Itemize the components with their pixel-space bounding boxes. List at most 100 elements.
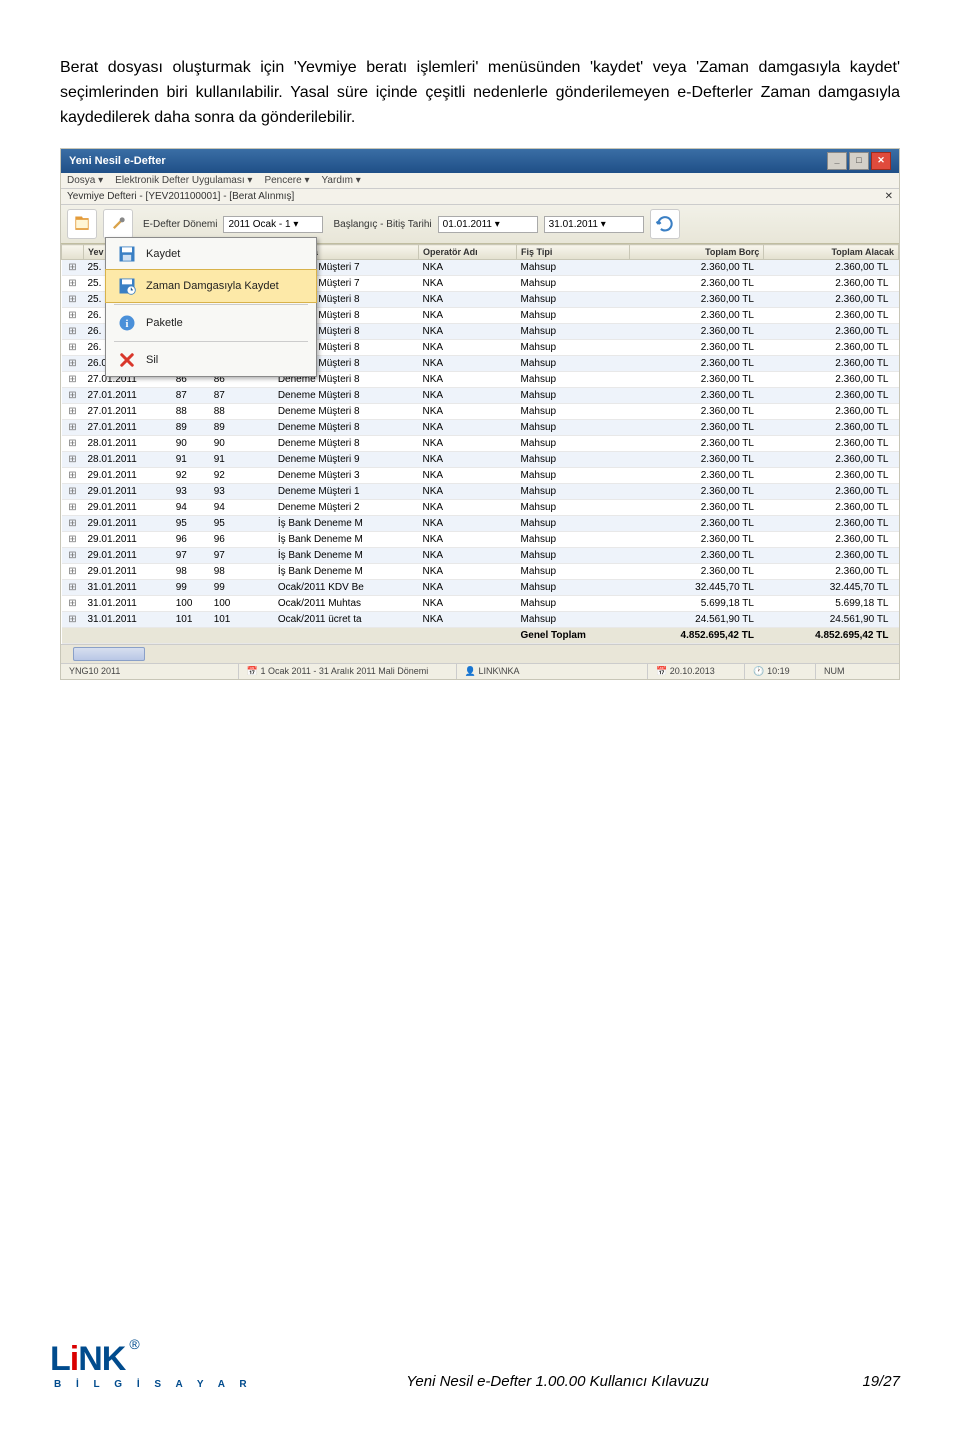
menu-item[interactable]: Dosya ▾ xyxy=(67,175,103,186)
cell-n2: 87 xyxy=(210,388,248,404)
table-row[interactable]: ⊞27.01.20118888Deneme Müşteri 8NKAMahsup… xyxy=(62,404,899,420)
table-row[interactable]: ⊞31.01.2011100100Ocak/2011 MuhtasNKAMahs… xyxy=(62,596,899,612)
cell-n1: 94 xyxy=(172,500,210,516)
expand-icon[interactable]: ⊞ xyxy=(62,436,84,452)
cell-credit: 2.360,00 TL xyxy=(764,468,899,484)
menubar: Dosya ▾ Elektronik Defter Uygulaması ▾ P… xyxy=(61,173,899,189)
table-row[interactable]: ⊞29.01.20119494Deneme Müşteri 2NKAMahsup… xyxy=(62,500,899,516)
table-row[interactable]: ⊞29.01.20119696İş Bank Deneme MNKAMahsup… xyxy=(62,532,899,548)
cell-desc: Deneme Müşteri 8 xyxy=(274,436,419,452)
table-row[interactable]: ⊞28.01.20119090Deneme Müşteri 8NKAMahsup… xyxy=(62,436,899,452)
cell-credit: 2.360,00 TL xyxy=(764,564,899,580)
expand-icon[interactable]: ⊞ xyxy=(62,276,84,292)
total-row: Genel Toplam 4.852.695,42 TL 4.852.695,4… xyxy=(62,628,899,644)
table-row[interactable]: ⊞29.01.20119292Deneme Müşteri 3NKAMahsup… xyxy=(62,468,899,484)
table-row[interactable]: ⊞28.01.20119191Deneme Müşteri 9NKAMahsup… xyxy=(62,452,899,468)
cell-n1: 93 xyxy=(172,484,210,500)
info-icon: i xyxy=(116,312,138,334)
expand-icon[interactable]: ⊞ xyxy=(62,564,84,580)
expand-icon[interactable]: ⊞ xyxy=(62,500,84,516)
expand-icon[interactable]: ⊞ xyxy=(62,548,84,564)
expand-icon[interactable]: ⊞ xyxy=(62,452,84,468)
close-button[interactable]: ✕ xyxy=(871,152,891,170)
cell-op: NKA xyxy=(418,404,516,420)
cell-debit: 2.360,00 TL xyxy=(629,484,764,500)
refresh-icon[interactable] xyxy=(650,209,680,239)
expand-icon[interactable]: ⊞ xyxy=(62,596,84,612)
table-row[interactable]: ⊞29.01.20119393Deneme Müşteri 1NKAMahsup… xyxy=(62,484,899,500)
maximize-button[interactable]: □ xyxy=(849,152,869,170)
expand-icon[interactable]: ⊞ xyxy=(62,292,84,308)
page-footer: LiNK ® B İ L G İ S A Y A R Yeni Nesil e-… xyxy=(0,1320,960,1430)
menu-item[interactable]: Pencere ▾ xyxy=(264,175,309,186)
cell-n2: 95 xyxy=(210,516,248,532)
status-period: 📅 1 Ocak 2011 - 31 Aralık 2011 Mali Döne… xyxy=(239,664,457,679)
expand-icon[interactable]: ⊞ xyxy=(62,532,84,548)
expand-icon[interactable]: ⊞ xyxy=(62,260,84,276)
table-row[interactable]: ⊞31.01.20119999Ocak/2011 KDV BeNKAMahsup… xyxy=(62,580,899,596)
cell-n2: 97 xyxy=(210,548,248,564)
cell-op: NKA xyxy=(418,596,516,612)
cell-type: Mahsup xyxy=(516,484,629,500)
cell-blank xyxy=(248,420,274,436)
table-row[interactable]: ⊞31.01.2011101101Ocak/2011 ücret taNKAMa… xyxy=(62,612,899,628)
cell-blank xyxy=(248,516,274,532)
col-credit[interactable]: Toplam Alacak xyxy=(764,245,899,260)
expand-icon[interactable]: ⊞ xyxy=(62,340,84,356)
expand-icon[interactable]: ⊞ xyxy=(62,516,84,532)
expand-icon[interactable]: ⊞ xyxy=(62,356,84,372)
table-row[interactable]: ⊞27.01.20118787Deneme Müşteri 8NKAMahsup… xyxy=(62,388,899,404)
cell-blank xyxy=(248,404,274,420)
cell-type: Mahsup xyxy=(516,596,629,612)
menu-item[interactable]: Elektronik Defter Uygulaması ▾ xyxy=(115,175,252,186)
menu-item[interactable]: Yardım ▾ xyxy=(322,175,361,186)
expand-icon[interactable]: ⊞ xyxy=(62,612,84,628)
cell-op: NKA xyxy=(418,484,516,500)
book-icon[interactable] xyxy=(67,209,97,239)
expand-icon[interactable]: ⊞ xyxy=(62,372,84,388)
minimize-button[interactable]: _ xyxy=(827,152,847,170)
col-type[interactable]: Fiş Tipi xyxy=(516,245,629,260)
expand-icon[interactable]: ⊞ xyxy=(62,404,84,420)
table-row[interactable]: ⊞29.01.20119595İş Bank Deneme MNKAMahsup… xyxy=(62,516,899,532)
cell-debit: 2.360,00 TL xyxy=(629,516,764,532)
cell-debit: 2.360,00 TL xyxy=(629,276,764,292)
menu-delete[interactable]: Sil xyxy=(106,344,316,376)
cell-debit: 5.699,18 TL xyxy=(629,596,764,612)
tab-close-icon[interactable]: ✕ xyxy=(885,191,893,202)
cell-n2: 99 xyxy=(210,580,248,596)
range-label: Başlangıç - Bitiş Tarihi xyxy=(333,219,431,230)
col-debit[interactable]: Toplam Borç xyxy=(629,245,764,260)
menu-package[interactable]: i Paketle xyxy=(106,307,316,339)
expand-icon[interactable]: ⊞ xyxy=(62,468,84,484)
table-row[interactable]: ⊞27.01.20118989Deneme Müşteri 8NKAMahsup… xyxy=(62,420,899,436)
col-expand[interactable] xyxy=(62,245,84,260)
cell-n1: 99 xyxy=(172,580,210,596)
table-row[interactable]: ⊞29.01.20119797İş Bank Deneme MNKAMahsup… xyxy=(62,548,899,564)
expand-icon[interactable]: ⊞ xyxy=(62,484,84,500)
cell-debit: 2.360,00 TL xyxy=(629,340,764,356)
expand-icon[interactable]: ⊞ xyxy=(62,324,84,340)
cell-n2: 88 xyxy=(210,404,248,420)
expand-icon[interactable]: ⊞ xyxy=(62,580,84,596)
horizontal-scrollbar[interactable] xyxy=(61,644,899,663)
cell-n1: 101 xyxy=(172,612,210,628)
status-num: NUM xyxy=(816,664,899,679)
expand-icon[interactable]: ⊞ xyxy=(62,308,84,324)
menu-save-timestamp[interactable]: Zaman Damgasıyla Kaydet xyxy=(105,269,317,303)
cell-n1: 98 xyxy=(172,564,210,580)
col-op[interactable]: Operatör Adı xyxy=(418,245,516,260)
tools-icon[interactable] xyxy=(103,209,133,239)
expand-icon[interactable]: ⊞ xyxy=(62,388,84,404)
menu-save[interactable]: Kaydet xyxy=(106,238,316,270)
cell-credit: 2.360,00 TL xyxy=(764,292,899,308)
cell-desc: İş Bank Deneme M xyxy=(274,532,419,548)
table-row[interactable]: ⊞29.01.20119898İş Bank Deneme MNKAMahsup… xyxy=(62,564,899,580)
start-date-field[interactable]: 01.01.2011 ▾ xyxy=(438,216,538,233)
expand-icon[interactable]: ⊞ xyxy=(62,420,84,436)
cell-type: Mahsup xyxy=(516,436,629,452)
scroll-thumb[interactable] xyxy=(73,647,145,661)
cell-credit: 2.360,00 TL xyxy=(764,516,899,532)
end-date-field[interactable]: 31.01.2011 ▾ xyxy=(544,216,644,233)
period-select[interactable]: 2011 Ocak - 1 ▾ xyxy=(223,216,323,233)
